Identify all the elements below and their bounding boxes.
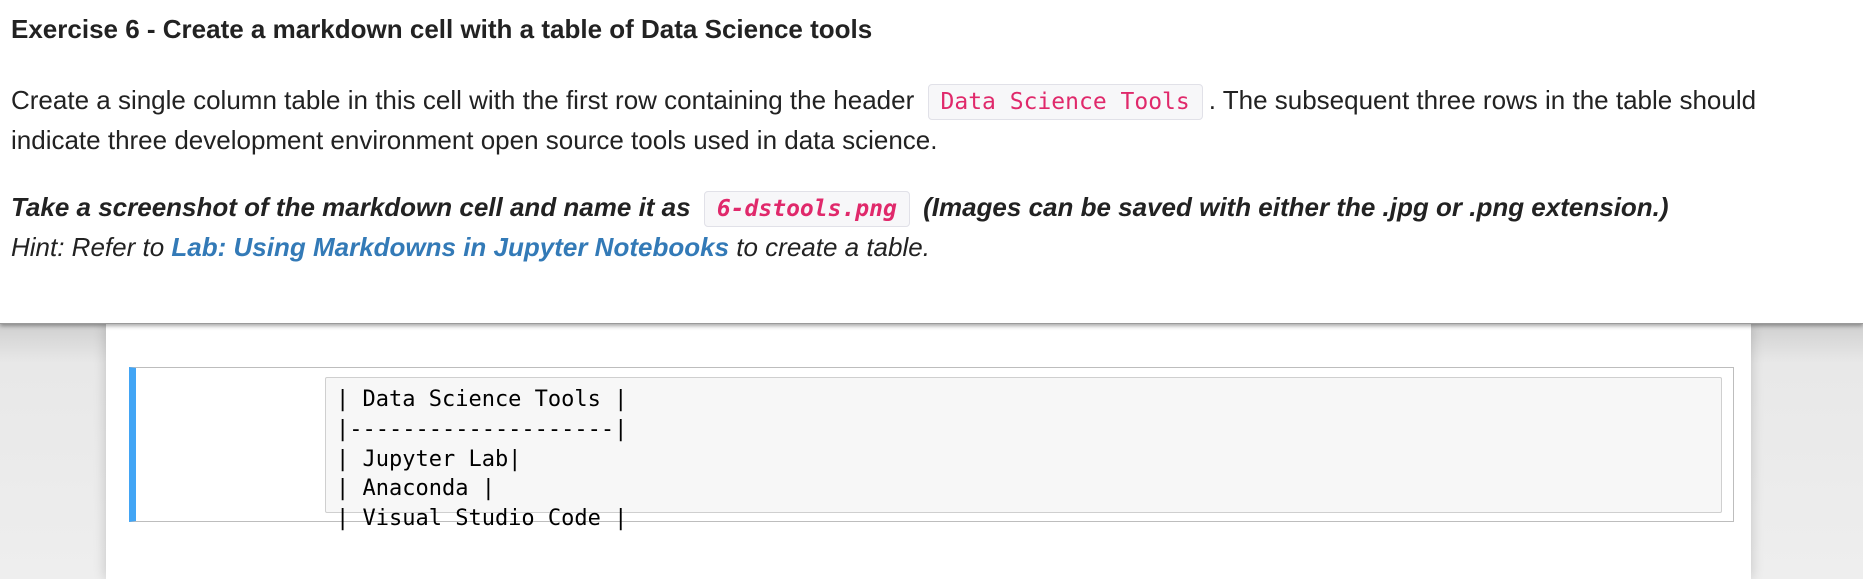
filename-code-snippet: 6-dstools.png [703, 191, 910, 227]
instruction-text-continued: . The subsequent three rows in the table… [1208, 85, 1757, 115]
screenshot-instruction: Take a screenshot of the markdown cell a… [11, 187, 1669, 229]
notebook-page: | Data Science Tools | |----------------… [106, 323, 1751, 579]
hint-prefix: Hint: Refer to [11, 232, 172, 262]
instruction-paragraph: Create a single column table in this cel… [11, 80, 1756, 122]
code-line: | Anaconda | [336, 476, 495, 501]
code-line: | Data Science Tools | [336, 387, 628, 412]
header-code-snippet: Data Science Tools [927, 84, 1203, 120]
exercise-title: Exercise 6 - Create a markdown cell with… [11, 14, 873, 44]
exercise-instructions: Exercise 6 - Create a markdown cell with… [0, 0, 1863, 324]
instruction-paragraph-line2: indicate three development environment o… [11, 125, 938, 155]
hint-suffix: to create a table. [729, 232, 930, 262]
cell-input-area[interactable]: | Data Science Tools | |----------------… [325, 377, 1722, 531]
hint: Hint: Refer to Lab: Using Markdowns in J… [11, 227, 930, 267]
code-line: | Visual Studio Code | [336, 506, 628, 531]
extension-note: (Images can be saved with either the .jp… [923, 192, 1669, 222]
instruction-text: Create a single column table in this cel… [11, 85, 915, 115]
markdown-cell[interactable]: | Data Science Tools | |----------------… [129, 367, 1734, 531]
code-line: |--------------------| [336, 417, 628, 442]
lab-markdown-link[interactable]: Lab: Using Markdowns in Jupyter Notebook… [171, 232, 729, 262]
notebook-area: | Data Science Tools | |----------------… [0, 323, 1863, 579]
code-line: | Jupyter Lab| [336, 447, 522, 472]
screenshot-text: Take a screenshot of the markdown cell a… [11, 192, 691, 222]
